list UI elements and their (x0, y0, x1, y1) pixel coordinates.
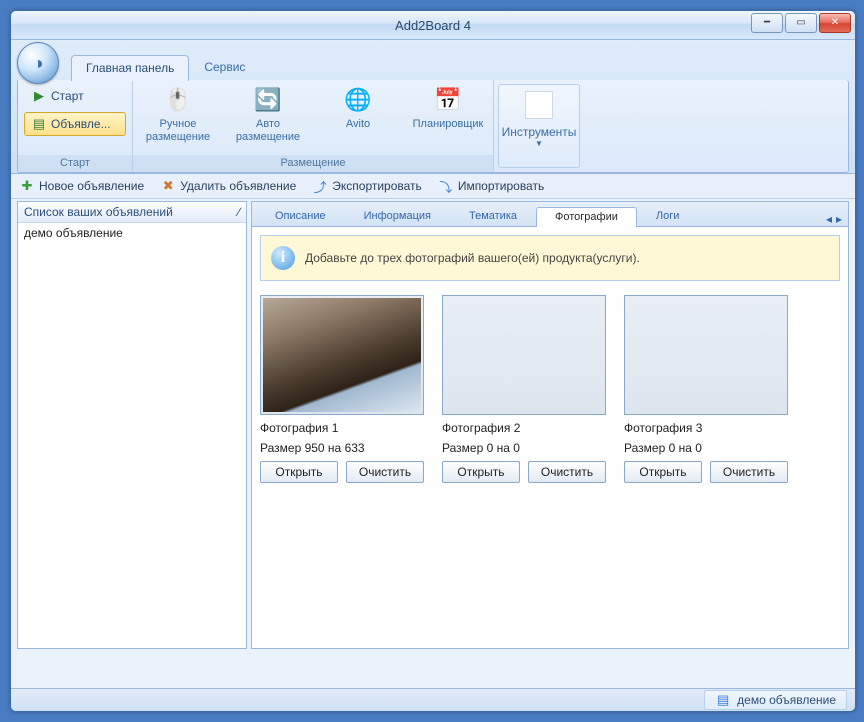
import-icon: ⤵ (438, 178, 454, 194)
photo-title-1: Фотография 1 (260, 421, 424, 435)
document-icon: ▤ (31, 116, 47, 132)
new-ad-button[interactable]: ✚ Новое объявление (19, 178, 144, 194)
delete-doc-icon: ✖ (160, 178, 176, 194)
new-doc-icon: ✚ (19, 178, 35, 194)
window-title: Add2Board 4 (395, 18, 471, 33)
tab-logs[interactable]: Логи (637, 206, 699, 226)
new-ad-label: Новое объявление (39, 179, 144, 193)
window-controls: ━ ▭ ✕ (749, 13, 851, 33)
ads-list-panel: Список ваших объявлений ∕ демо объявлени… (17, 201, 247, 649)
ads-list-header[interactable]: Список ваших объявлений ∕ (18, 202, 246, 223)
manual-placement-button[interactable]: 🖱️ Ручное размещение (139, 84, 217, 143)
tab-service[interactable]: Сервис (189, 54, 260, 80)
import-button[interactable]: ⤵ Импортировать (438, 178, 544, 194)
info-icon: i (271, 246, 295, 270)
group-placement-label: Размещение (133, 155, 493, 172)
avito-label: Avito (346, 118, 370, 131)
ads-label: Объявле... (51, 117, 111, 131)
scroll-right-icon[interactable]: ▸ (836, 212, 842, 226)
photo-thumbnail-2[interactable] (442, 295, 606, 415)
content-tabs: Описание Информация Тематика Фотографии … (252, 202, 848, 227)
info-banner: i Добавьте до трех фотографий вашего(ей)… (260, 235, 840, 281)
status-text: демо объявление (737, 693, 836, 707)
workspace: Список ваших объявлений ∕ демо объявлени… (11, 199, 855, 653)
tab-photos[interactable]: Фотографии (536, 207, 637, 227)
close-icon: ✕ (831, 18, 839, 28)
maximize-icon: ▭ (796, 18, 805, 28)
tools-dropdown[interactable]: Инструменты ▼ (498, 84, 580, 168)
import-label: Импортировать (458, 179, 544, 193)
group-start-label: Старт (18, 155, 132, 172)
ribbon: ◑ Главная панель Сервис ▶ Старт ▤ Объявл… (11, 40, 855, 174)
export-button[interactable]: ⤴ Экспортировать (312, 178, 422, 194)
secondary-toolbar: ✚ Новое объявление ✖ Удалить объявление … (11, 174, 855, 199)
info-text: Добавьте до трех фотографий вашего(ей) п… (305, 251, 640, 265)
photo-card-1: Фотография 1 Размер 950 на 633 Открыть О… (260, 295, 424, 483)
ads-list-header-label: Список ваших объявлений (24, 205, 173, 219)
play-icon: ▶ (31, 88, 47, 104)
photo-size-2: Размер 0 на 0 (442, 441, 606, 455)
cursor-icon: 🖱️ (162, 84, 194, 116)
scroll-left-icon[interactable]: ◂ (826, 212, 832, 226)
photo-title-3: Фотография 3 (624, 421, 788, 435)
main-panel: Описание Информация Тематика Фотографии … (251, 201, 849, 649)
delete-ad-button[interactable]: ✖ Удалить объявление (160, 178, 296, 194)
minimize-icon: ━ (764, 18, 770, 28)
globe-icon: ◑ (33, 53, 44, 74)
delete-ad-label: Удалить объявление (180, 179, 296, 193)
photos-row: Фотография 1 Размер 950 на 633 Открыть О… (252, 281, 848, 497)
open-button-2[interactable]: Открыть (442, 461, 520, 483)
tab-information[interactable]: Информация (345, 206, 450, 226)
ads-list-item[interactable]: демо объявление (18, 223, 246, 243)
chevron-down-icon: ▼ (535, 139, 543, 148)
ads-button[interactable]: ▤ Объявле... (24, 112, 126, 136)
tab-main-panel[interactable]: Главная панель (71, 55, 189, 81)
export-label: Экспортировать (332, 179, 422, 193)
manual-placement-label: Ручное размещение (146, 118, 210, 143)
tab-theme[interactable]: Тематика (450, 206, 536, 226)
tab-description[interactable]: Описание (256, 206, 345, 226)
scheduler-button[interactable]: 📅 Планировщик (409, 84, 487, 143)
clear-button-3[interactable]: Очистить (710, 461, 788, 483)
photo-size-3: Размер 0 на 0 (624, 441, 788, 455)
sort-icon: ∕ (238, 205, 240, 219)
clear-button-2[interactable]: Очистить (528, 461, 606, 483)
photo-title-2: Фотография 2 (442, 421, 606, 435)
start-label: Старт (51, 89, 84, 103)
app-orb-button[interactable]: ◑ (17, 42, 59, 84)
photo-size-1: Размер 950 на 633 (260, 441, 424, 455)
photo-card-2: Фотография 2 Размер 0 на 0 Открыть Очист… (442, 295, 606, 483)
photo-card-3: Фотография 3 Размер 0 на 0 Открыть Очист… (624, 295, 788, 483)
tools-label: Инструменты (502, 125, 577, 139)
clear-button-1[interactable]: Очистить (346, 461, 424, 483)
auto-placement-label: Авто размещение (236, 118, 300, 143)
export-icon: ⤴ (312, 178, 328, 194)
calendar-icon: 📅 (432, 84, 464, 116)
auto-placement-button[interactable]: 🔄 Авто размещение (229, 84, 307, 143)
ribbon-body: ▶ Старт ▤ Объявле... Старт 🖱️ Ручное раз… (17, 80, 849, 173)
title-bar[interactable]: Add2Board 4 ━ ▭ ✕ (11, 11, 855, 40)
open-button-1[interactable]: Открыть (260, 461, 338, 483)
avito-icon: 🌐 (342, 84, 374, 116)
status-doc-icon: ▤ (715, 692, 731, 708)
minimize-button[interactable]: ━ (751, 13, 783, 33)
close-button[interactable]: ✕ (819, 13, 851, 33)
scheduler-label: Планировщик (413, 118, 484, 131)
tools-icon (525, 91, 553, 119)
photo-thumbnail-1[interactable] (260, 295, 424, 415)
status-current-ad[interactable]: ▤ демо объявление (704, 690, 847, 710)
photo-thumbnail-3[interactable] (624, 295, 788, 415)
status-bar: ▤ демо объявление (11, 688, 855, 711)
refresh-icon: 🔄 (252, 84, 284, 116)
start-button[interactable]: ▶ Старт (24, 84, 126, 108)
avito-button[interactable]: 🌐 Avito (319, 84, 397, 143)
app-window: Add2Board 4 ━ ▭ ✕ ◑ Главная панель Серви… (10, 10, 856, 712)
maximize-button[interactable]: ▭ (785, 13, 817, 33)
ribbon-tabs: Главная панель Сервис (71, 54, 260, 80)
open-button-3[interactable]: Открыть (624, 461, 702, 483)
